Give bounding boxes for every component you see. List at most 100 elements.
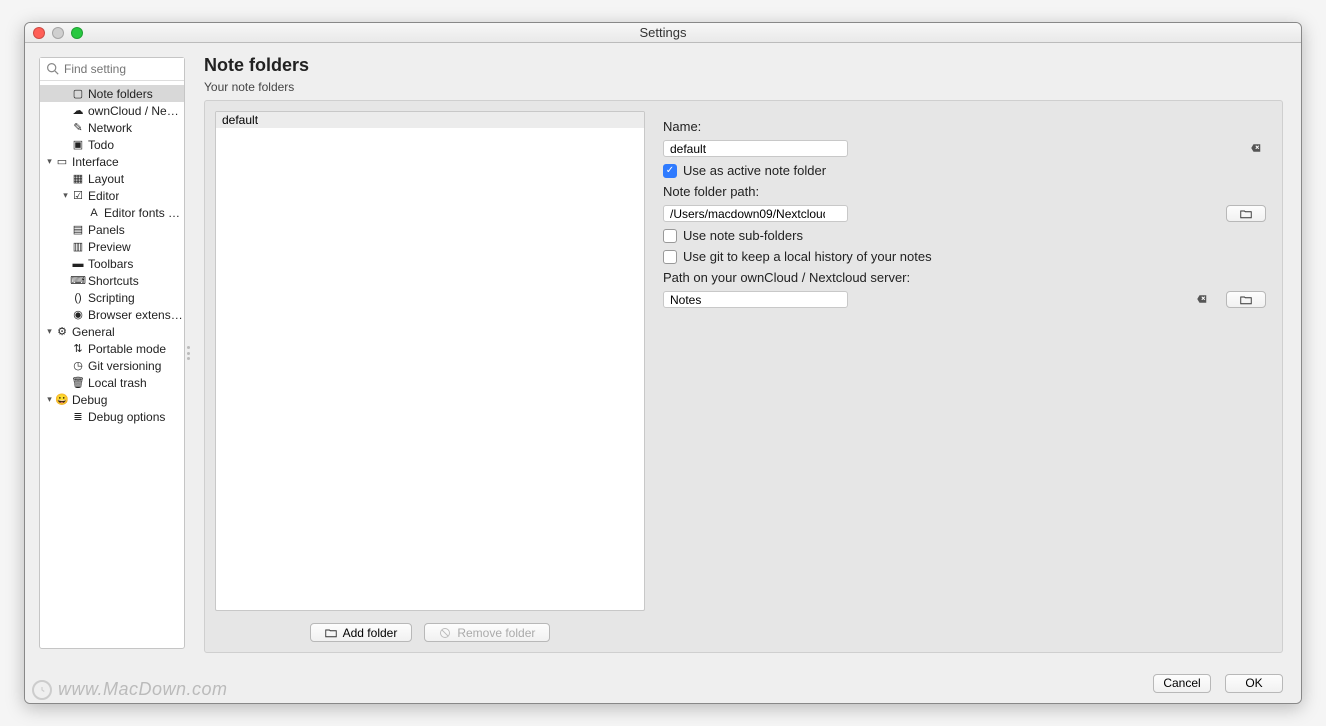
cloud-icon: ☁	[71, 104, 85, 118]
git-label: Use git to keep a local history of your …	[683, 249, 932, 264]
sidebar-item-debug[interactable]: ▾😀Debug	[40, 391, 184, 408]
zoom-icon[interactable]	[71, 27, 83, 39]
sidebar-item-label: Debug options	[88, 410, 165, 424]
caret-icon[interactable]: ▾	[60, 190, 71, 201]
sidebar-item-label: Shortcuts	[88, 274, 139, 288]
page-subtitle: Your note folders	[204, 80, 1283, 94]
sidebar-item-preview[interactable]: ▥Preview	[40, 238, 184, 255]
sidebar-item-label: Note folders	[88, 87, 153, 101]
add-folder-label: Add folder	[343, 626, 398, 640]
sidebar-item-browser-extens[interactable]: ◉Browser extens…	[40, 306, 184, 323]
sidebar-item-label: Preview	[88, 240, 131, 254]
brackets-icon: ()	[71, 291, 85, 305]
active-checkbox[interactable]: ✓	[663, 164, 677, 178]
sidebar-item-label: Todo	[88, 138, 114, 152]
sidebar-item-layout[interactable]: ▦Layout	[40, 170, 184, 187]
sidebar-item-note-folders[interactable]: ▢Note folders	[40, 85, 184, 102]
clock-icon	[32, 680, 52, 700]
sidebar-item-label: Layout	[88, 172, 124, 186]
caret-icon[interactable]: ▾	[44, 326, 55, 337]
page-title: Note folders	[204, 55, 1283, 76]
add-folder-button[interactable]: Add folder	[310, 623, 413, 642]
sidebar-item-label: Network	[88, 121, 132, 135]
check-icon: ☑	[71, 189, 85, 203]
close-icon[interactable]	[33, 27, 45, 39]
sidebar-item-debug-options[interactable]: ≣Debug options	[40, 408, 184, 425]
sidebar-item-portable-mode[interactable]: ⇅Portable mode	[40, 340, 184, 357]
settings-tree: ▢Note folders☁ownCloud / Nex…✎Network▣To…	[40, 81, 184, 648]
sidebar-item-toolbars[interactable]: ▬Toolbars	[40, 255, 184, 272]
sidebar-item-label: Debug	[72, 393, 107, 407]
sidebar-item-label: Interface	[72, 155, 119, 169]
sidebar-item-label: General	[72, 325, 115, 339]
clear-icon[interactable]	[1194, 292, 1208, 306]
sidebar-item-git-versioning[interactable]: ◷Git versioning	[40, 357, 184, 374]
sidebar-item-label: Editor fonts …	[104, 206, 180, 220]
keys-icon: ⌨	[71, 274, 85, 288]
path-input[interactable]	[663, 205, 848, 222]
folder-plus-icon	[325, 627, 337, 639]
traffic-lights	[33, 27, 83, 39]
pencil-icon: ✎	[71, 121, 85, 135]
remove-folder-button[interactable]: Remove folder	[424, 623, 550, 642]
clear-icon[interactable]	[1248, 141, 1262, 155]
sidebar: ▢Note folders☁ownCloud / Nex…✎Network▣To…	[39, 57, 185, 649]
smile-icon: 😀	[55, 393, 69, 407]
name-input[interactable]	[663, 140, 848, 157]
browse-server-button[interactable]	[1226, 291, 1266, 308]
settings-window: Settings ▢Note folders☁ownCloud / Nex…✎N…	[24, 22, 1302, 704]
git-checkbox[interactable]	[663, 250, 677, 264]
splitter-handle[interactable]	[185, 43, 192, 663]
folder-icon	[1239, 208, 1253, 220]
content-pane: Note folders Your note folders default	[192, 43, 1301, 663]
browse-path-button[interactable]	[1226, 205, 1266, 222]
sidebar-item-label: Toolbars	[88, 257, 133, 271]
sidebar-item-label: Editor	[88, 189, 119, 203]
sidebar-item-todo[interactable]: ▣Todo	[40, 136, 184, 153]
globe-icon: ◉	[71, 308, 85, 322]
server-path-input[interactable]	[663, 291, 848, 308]
sidebar-item-label: Scripting	[88, 291, 135, 305]
sidebar-item-label: Portable mode	[88, 342, 166, 356]
cancel-button[interactable]: Cancel	[1153, 674, 1211, 693]
window-icon: ▭	[55, 155, 69, 169]
search-icon	[46, 62, 59, 75]
layout-icon: ▦	[71, 172, 85, 186]
sidebar-item-label: Local trash	[88, 376, 147, 390]
sidebar-item-general[interactable]: ▾⚙General	[40, 323, 184, 340]
clock-icon: ◷	[71, 359, 85, 373]
sidebar-item-shortcuts[interactable]: ⌨Shortcuts	[40, 272, 184, 289]
sidebar-item-network[interactable]: ✎Network	[40, 119, 184, 136]
minimize-icon[interactable]	[52, 27, 64, 39]
panel-icon: ▤	[71, 223, 85, 237]
sidebar-item-panels[interactable]: ▤Panels	[40, 221, 184, 238]
trash-icon: 🗑	[71, 376, 85, 390]
search-input[interactable]	[40, 58, 184, 80]
sidebar-item-editor-fonts[interactable]: AEditor fonts …	[40, 204, 184, 221]
note-folders-panel: default Add folder	[204, 100, 1283, 653]
usb-icon: ⇅	[71, 342, 85, 356]
sidebar-item-label: Panels	[88, 223, 125, 237]
active-label: Use as active note folder	[683, 163, 826, 178]
font-icon: A	[87, 206, 101, 220]
preview-icon: ▥	[71, 240, 85, 254]
folder-icon: ▢	[71, 87, 85, 101]
sidebar-item-label: Browser extens…	[88, 308, 183, 322]
sidebar-item-scripting[interactable]: ()Scripting	[40, 289, 184, 306]
toolbar-icon: ▬	[71, 257, 85, 271]
sidebar-item-editor[interactable]: ▾☑Editor	[40, 187, 184, 204]
caret-icon[interactable]: ▾	[44, 156, 55, 167]
sidebar-item-interface[interactable]: ▾▭Interface	[40, 153, 184, 170]
caret-icon[interactable]: ▾	[44, 394, 55, 405]
folder-minus-icon	[439, 627, 451, 639]
folder-list[interactable]: default	[215, 111, 645, 611]
ok-button[interactable]: OK	[1225, 674, 1283, 693]
sidebar-item-owncloud-nex[interactable]: ☁ownCloud / Nex…	[40, 102, 184, 119]
list-icon: ≣	[71, 410, 85, 424]
sidebar-item-local-trash[interactable]: 🗑Local trash	[40, 374, 184, 391]
window-title: Settings	[640, 25, 687, 40]
subfolders-checkbox[interactable]	[663, 229, 677, 243]
sidebar-item-label: Git versioning	[88, 359, 161, 373]
folder-icon	[1239, 294, 1253, 306]
folder-list-item[interactable]: default	[216, 112, 644, 128]
